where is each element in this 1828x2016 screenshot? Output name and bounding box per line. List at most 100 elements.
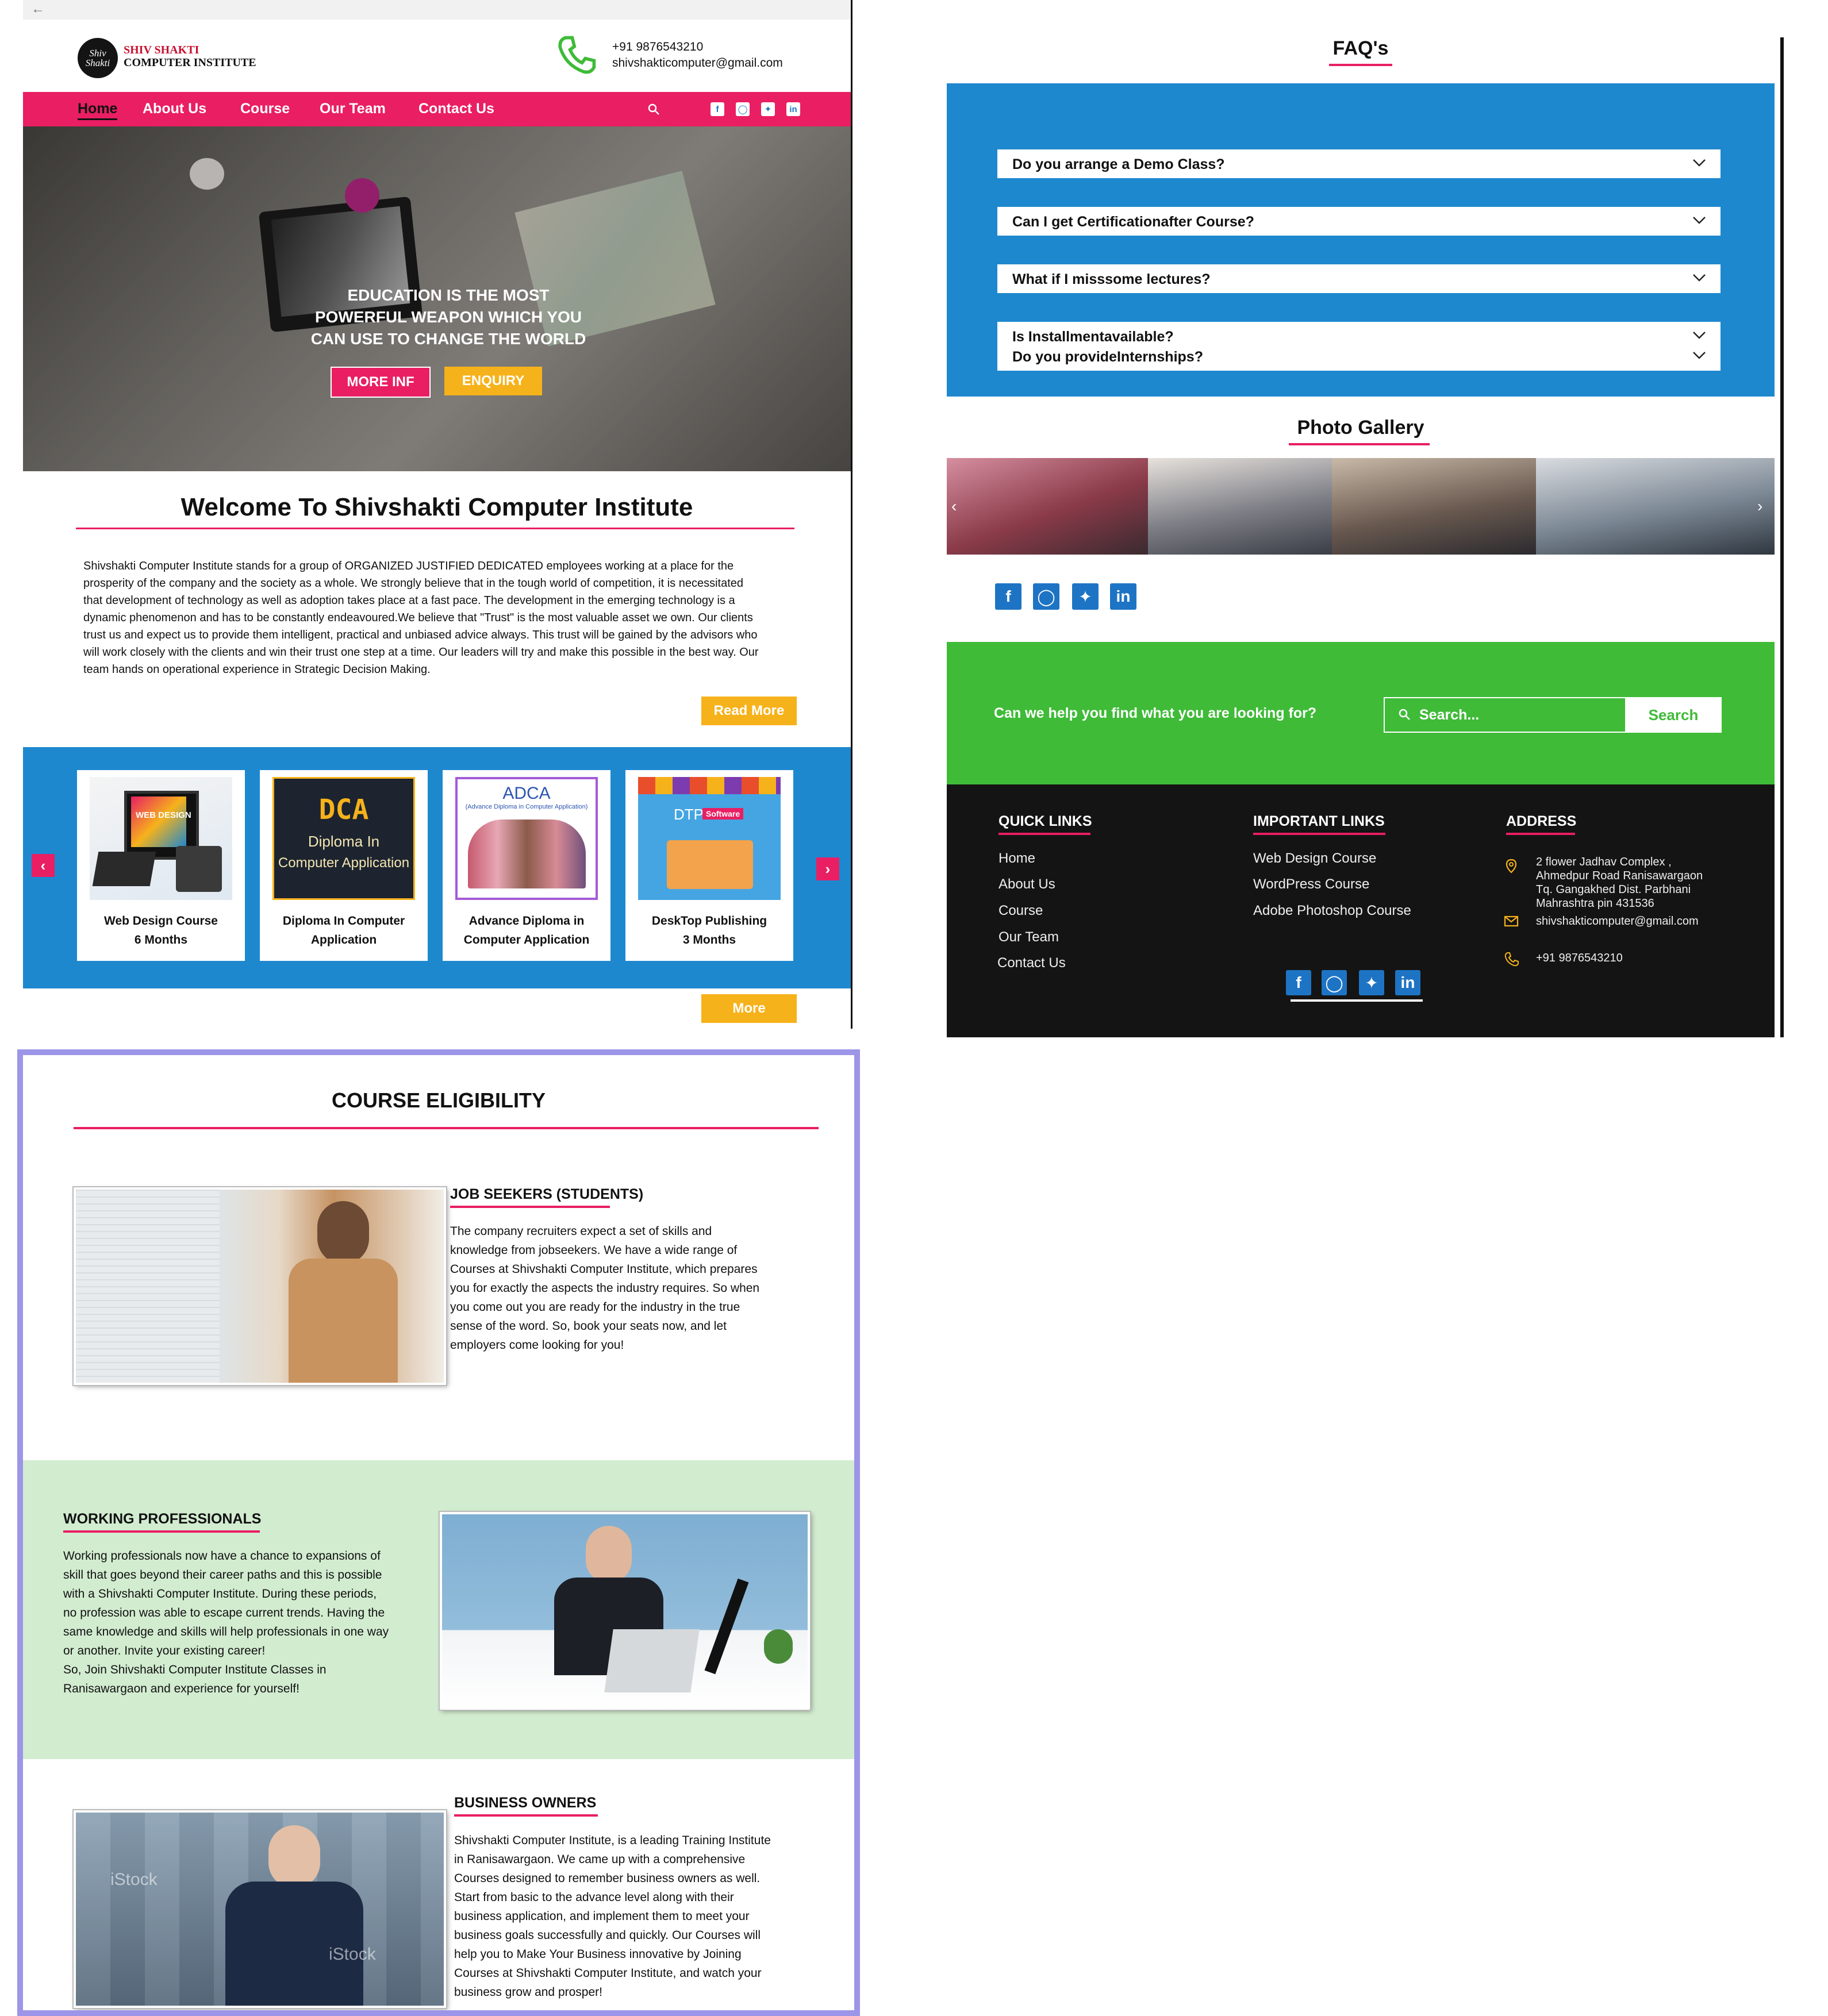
text-line: same knowledge and skills will help prof… bbox=[63, 1625, 389, 1638]
instagram-icon[interactable]: ◯ bbox=[736, 102, 750, 116]
dca-image: DCA Diploma In Computer Application bbox=[272, 777, 415, 900]
working-professionals-text: Working professionals now have a chance … bbox=[63, 1546, 389, 1698]
phone-icon bbox=[558, 36, 596, 74]
footer-link-photoshop[interactable]: Adobe Photoshop Course bbox=[1253, 903, 1411, 919]
business-owners-text: Shivshakti Computer Institute, is a lead… bbox=[454, 1831, 771, 2002]
footer-link-contact[interactable]: Contact Us bbox=[997, 955, 1066, 971]
logo-mark[interactable]: Shiv Shakti bbox=[78, 38, 118, 78]
welcome-text: Shivshakti Computer Institute stands for… bbox=[83, 560, 759, 676]
course-name-2: Computer Application bbox=[463, 933, 590, 947]
gallery-photo[interactable] bbox=[1148, 458, 1332, 555]
linkedin-icon[interactable]: in bbox=[1395, 970, 1420, 995]
footer-link-about[interactable]: About Us bbox=[999, 876, 1055, 892]
footer-phone[interactable]: +91 9876543210 bbox=[1536, 951, 1623, 965]
logo-title[interactable]: SHIV SHAKTI bbox=[124, 44, 199, 57]
course-card-dca[interactable]: DCA Diploma In Computer Application Dipl… bbox=[260, 770, 428, 961]
chevron-down-icon[interactable] bbox=[1691, 154, 1708, 171]
twitter-icon[interactable]: ✦ bbox=[1359, 970, 1384, 995]
carousel-next-icon[interactable]: › bbox=[816, 857, 839, 880]
header-phone[interactable]: +91 9876543210 bbox=[612, 40, 703, 54]
logo-subtitle[interactable]: COMPUTER INSTITUTE bbox=[124, 56, 256, 70]
search-button[interactable]: Search bbox=[1625, 697, 1722, 733]
faq-footer-panel: FAQ's Do you arrange a Demo Class? Can I… bbox=[947, 37, 1784, 1037]
dtp-img-label: DTP bbox=[674, 806, 704, 823]
chevron-down-icon[interactable] bbox=[1691, 326, 1708, 344]
quick-links-title: QUICK LINKS bbox=[999, 813, 1092, 829]
footer-email[interactable]: shivshakticomputer@gmail.com bbox=[1536, 914, 1699, 928]
nav-course[interactable]: Course bbox=[240, 101, 290, 117]
nav-about-us[interactable]: About Us bbox=[143, 101, 206, 117]
faq-title: FAQ's bbox=[1332, 37, 1389, 59]
twitter-icon[interactable]: ✦ bbox=[1072, 583, 1099, 610]
chevron-down-icon[interactable] bbox=[1691, 211, 1708, 229]
person-head bbox=[586, 1526, 632, 1583]
facebook-icon[interactable]: f bbox=[995, 583, 1021, 610]
enquiry-button[interactable]: ENQUIRY bbox=[444, 367, 542, 395]
gallery-photo[interactable] bbox=[947, 458, 1148, 555]
gallery-photo[interactable] bbox=[1332, 458, 1536, 555]
twitter-icon[interactable]: ✦ bbox=[761, 102, 775, 116]
welcome-underline bbox=[76, 528, 794, 529]
course-name-2: Application bbox=[310, 933, 377, 947]
read-more-button[interactable]: Read More bbox=[701, 697, 797, 725]
address-line-3: Tq. Gangakhed Dist. Parbhani bbox=[1536, 883, 1691, 896]
laptop-shape bbox=[92, 852, 156, 886]
course-card-web-design[interactable]: WEB DESIGN Web Design Course 6 Months bbox=[77, 770, 245, 961]
tablet-shape bbox=[176, 846, 222, 892]
gallery-next-icon[interactable]: › bbox=[1757, 497, 1762, 515]
person-head bbox=[268, 1825, 320, 1888]
home-page-panel: ← Shiv Shakti SHIV SHAKTI COMPUTER INSTI… bbox=[23, 0, 852, 1029]
footer-link-wordpress[interactable]: WordPress Course bbox=[1253, 876, 1369, 892]
faq-item[interactable]: What if I misssome lectures? bbox=[997, 264, 1721, 293]
course-card-title: DeskTop Publishing 3 Months bbox=[625, 911, 793, 949]
important-links-underline bbox=[1253, 833, 1385, 835]
text-line: help you to Make Your Business innovativ… bbox=[454, 1948, 742, 1961]
gallery-prev-icon[interactable]: ‹ bbox=[951, 497, 957, 515]
gallery-photo[interactable] bbox=[1536, 458, 1775, 555]
instagram-icon[interactable]: ◯ bbox=[1033, 583, 1059, 610]
header-email[interactable]: shivshakticomputer@gmail.com bbox=[612, 56, 783, 70]
business-owners-title: BUSINESS OWNERS bbox=[454, 1795, 597, 1811]
nav-our-team[interactable]: Our Team bbox=[320, 101, 386, 117]
text-line: skill that goes beyond their career path… bbox=[63, 1568, 382, 1582]
address-line-2: Ahmedpur Road Ranisawargaon bbox=[1536, 870, 1703, 882]
chevron-down-icon[interactable] bbox=[1691, 269, 1708, 286]
footer-link-course[interactable]: Course bbox=[999, 903, 1043, 919]
faq-item[interactable]: Do you provideInternships? bbox=[997, 342, 1721, 371]
linkedin-icon[interactable]: in bbox=[786, 102, 800, 116]
instagram-icon[interactable]: ◯ bbox=[1322, 970, 1347, 995]
footer-link-home[interactable]: Home bbox=[999, 851, 1035, 867]
search-icon bbox=[1399, 709, 1410, 720]
carousel-prev-icon[interactable]: ‹ bbox=[32, 854, 55, 877]
chevron-down-icon[interactable] bbox=[1691, 347, 1708, 364]
course-card-title: Web Design Course 6 Months bbox=[77, 911, 245, 949]
photo-gallery: ‹ › bbox=[947, 458, 1775, 555]
hero-line-3: CAN USE TO CHANGE THE WORLD bbox=[310, 330, 586, 348]
course-card-adca[interactable]: ADCA (Advance Diploma in Computer Applic… bbox=[443, 770, 610, 961]
more-courses-button[interactable]: More bbox=[701, 994, 797, 1023]
nav-contact-us[interactable]: Contact Us bbox=[418, 101, 494, 117]
course-card-title: Advance Diploma in Computer Application bbox=[443, 911, 610, 949]
course-name: Advance Diploma in bbox=[468, 914, 585, 928]
faq-item[interactable]: Do you arrange a Demo Class? bbox=[997, 149, 1721, 178]
footer-link-web-design[interactable]: Web Design Course bbox=[1253, 851, 1376, 867]
hero-headline: EDUCATION IS THE MOST POWERFUL WEAPON WH… bbox=[287, 284, 609, 350]
text-line: Courses at Shivshakti Computer Institute… bbox=[454, 1967, 762, 1980]
faq-question: Do you arrange a Demo Class? bbox=[1012, 156, 1225, 172]
back-arrow-icon[interactable]: ← bbox=[31, 1, 45, 17]
facebook-icon[interactable]: f bbox=[711, 102, 724, 116]
job-seekers-title: JOB SEEKERS (STUDENTS) bbox=[450, 1186, 644, 1202]
nav-home[interactable]: Home bbox=[78, 101, 118, 120]
monitor-screen bbox=[131, 797, 186, 847]
linkedin-icon[interactable]: in bbox=[1110, 583, 1136, 610]
web-design-image: WEB DESIGN bbox=[90, 777, 232, 900]
course-card-dtp[interactable]: DTP Software DeskTop Publishing 3 Months bbox=[625, 770, 793, 961]
footer-link-team[interactable]: Our Team bbox=[999, 929, 1059, 945]
search-input[interactable]: Search... bbox=[1384, 697, 1627, 733]
search-icon[interactable] bbox=[647, 102, 660, 116]
faq-item[interactable]: Can I get Certificationafter Course? bbox=[997, 207, 1721, 236]
facebook-icon[interactable]: f bbox=[1286, 970, 1311, 995]
footer-social-underline bbox=[1291, 999, 1423, 1002]
text-line: Ranisawargaon and experience for yoursel… bbox=[63, 1682, 299, 1695]
more-info-button[interactable]: MORE INF bbox=[331, 367, 431, 398]
